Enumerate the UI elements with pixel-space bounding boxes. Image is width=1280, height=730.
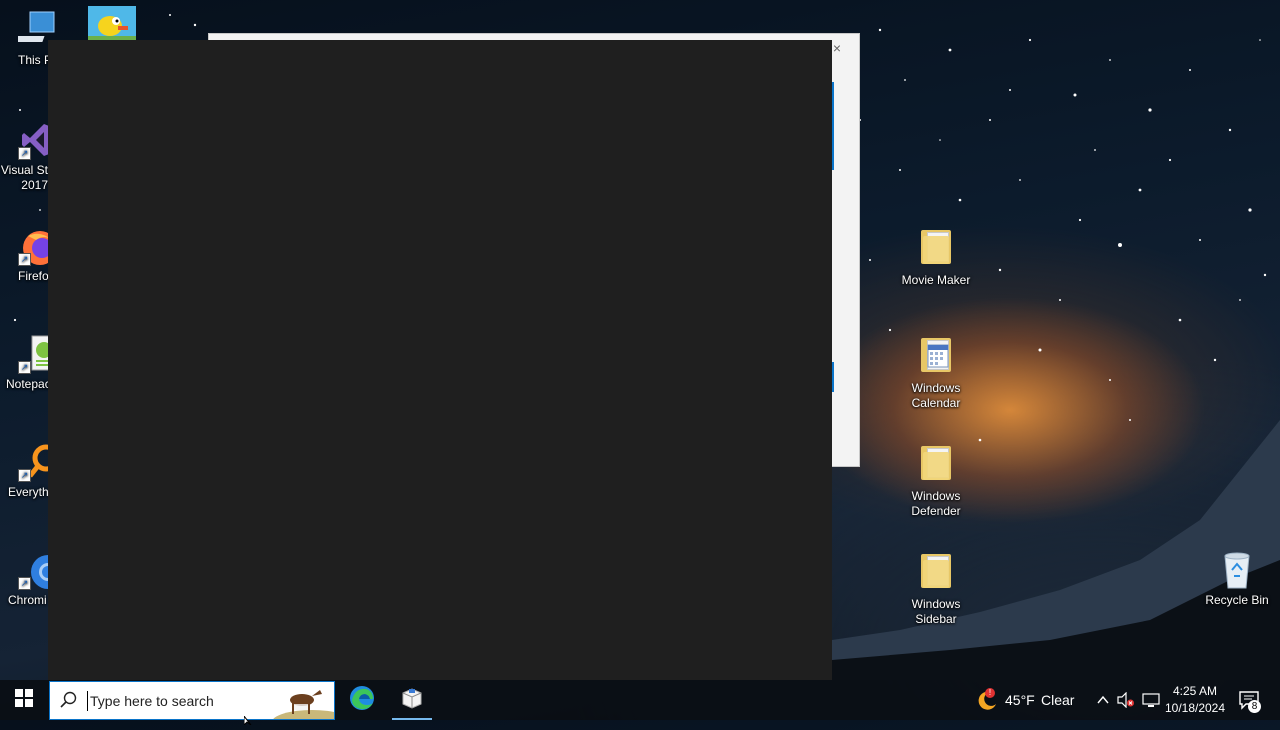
desktop-icon-movie-maker[interactable]: Movie Maker (898, 228, 974, 288)
search-highlight-image (272, 682, 352, 730)
shortcut-arrow-icon: ↗ (18, 147, 31, 160)
bird-icon (88, 6, 136, 42)
folder-icon (921, 444, 951, 480)
network-icon[interactable] (1142, 692, 1160, 713)
weather-temperature[interactable]: 45°F (1005, 692, 1035, 708)
search-icon (60, 691, 78, 714)
shortcut-arrow-icon: ↗ (18, 577, 31, 590)
desktop-icon-windows-sidebar[interactable]: Windows Sidebar (898, 552, 974, 627)
desktop-icon-windows-defender[interactable]: Windows Defender (898, 444, 974, 519)
text-caret (87, 691, 88, 711)
desktop-icon-label: Windows Calendar (911, 381, 961, 410)
clock-date: 10/18/2024 (1164, 701, 1226, 715)
calendar-folder-icon (921, 336, 951, 372)
shortcut-arrow-icon: ↗ (18, 361, 31, 374)
package-icon (400, 686, 424, 715)
mouse-cursor-icon (243, 712, 254, 730)
chevron-up-icon[interactable] (1096, 693, 1110, 712)
weather-alert-badge: ! (985, 688, 995, 698)
notification-count-badge: 8 (1248, 700, 1261, 713)
search-placeholder: Type here to search (90, 693, 214, 709)
start-button[interactable] (0, 680, 48, 720)
taskbar-clock[interactable]: 4:25 AM 10/18/2024 (1160, 683, 1230, 717)
desktop-icon-recycle-bin[interactable]: Recycle Bin (1199, 550, 1275, 608)
weather-condition[interactable]: Clear (1041, 692, 1074, 708)
shortcut-arrow-icon: ↗ (18, 469, 31, 482)
desktop-icon-label: Recycle Bin (1205, 593, 1269, 607)
taskbar-search-box[interactable]: Type here to search (49, 681, 352, 730)
desktop-icon-label: Windows Sidebar (911, 597, 961, 626)
taskbar-app-package[interactable] (388, 680, 436, 720)
folder-icon (921, 228, 951, 264)
shortcut-arrow-icon: ↗ (18, 253, 31, 266)
desktop-icon-windows-calendar[interactable]: Windows Calendar (898, 336, 974, 411)
desktop-icon-label: Visual St 2017 (0, 163, 48, 192)
recycle-bin-icon (1217, 550, 1257, 590)
edge-icon (349, 685, 375, 716)
desktop-icon-label: Movie Maker (901, 273, 971, 287)
desktop-icon-label: Windows Defender (911, 489, 961, 518)
volume-muted-icon[interactable] (1117, 691, 1135, 713)
windows-logo-icon (15, 688, 33, 712)
blank-app-window[interactable] (48, 40, 832, 680)
taskbar-edge[interactable] (338, 680, 386, 720)
clock-time: 4:25 AM (1172, 684, 1218, 698)
folder-icon (921, 552, 951, 588)
